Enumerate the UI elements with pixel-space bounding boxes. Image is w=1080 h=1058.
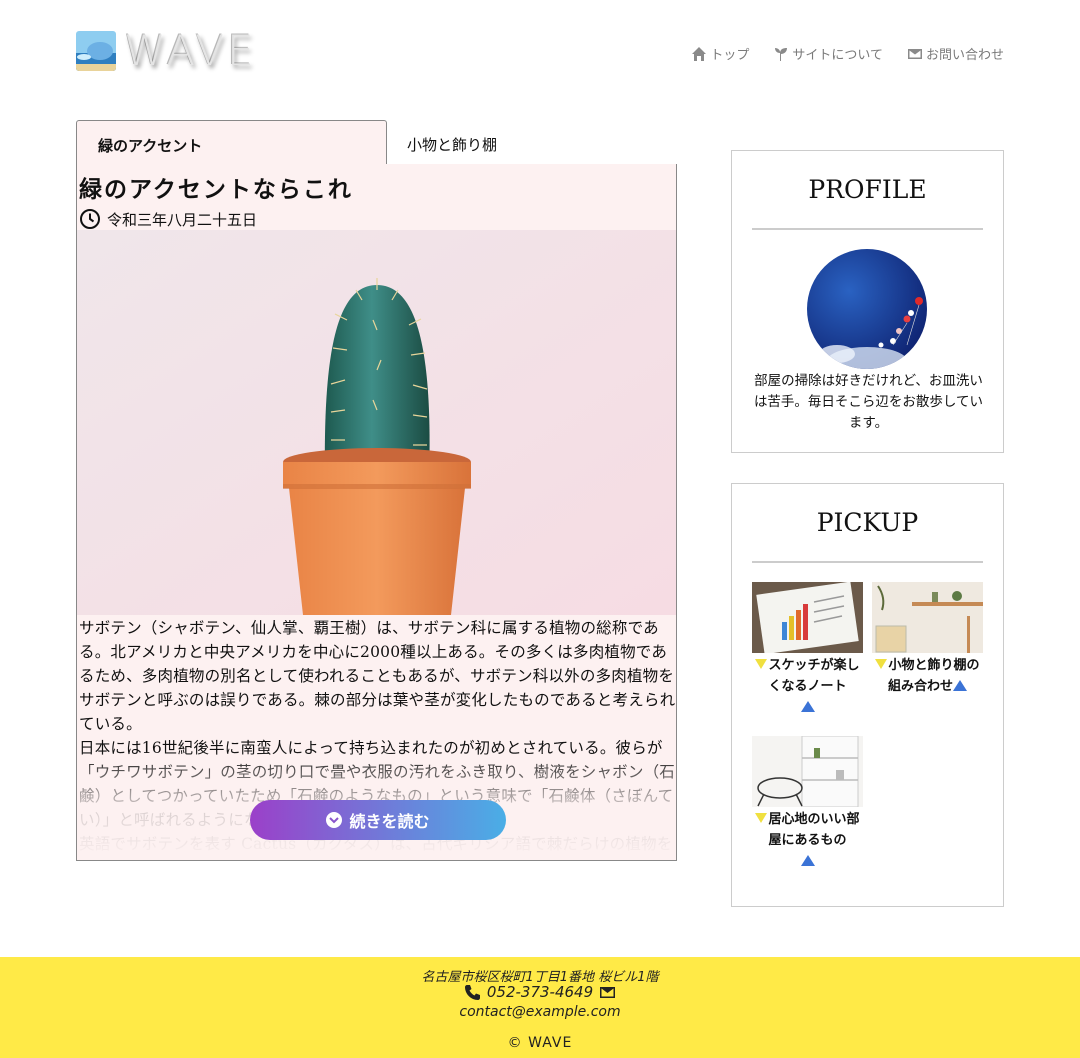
tab-accessories-shelf[interactable]: 小物と飾り棚 bbox=[387, 120, 518, 165]
pickup-title: PICKUP bbox=[816, 508, 919, 537]
site-logo[interactable]: WAVE bbox=[76, 26, 257, 75]
pickup-item[interactable]: 居心地のいい部屋にあるもの bbox=[752, 736, 863, 872]
triangle-down-icon bbox=[755, 813, 768, 823]
article-paragraph: サボテン（シャボテン、仙人掌、覇王樹）は、サボテン科に属する植物の総称である。北… bbox=[79, 619, 676, 733]
mail-icon bbox=[600, 986, 616, 998]
divider bbox=[752, 228, 983, 230]
room-thumbnail bbox=[752, 736, 863, 807]
divider bbox=[752, 561, 983, 563]
pickup-item[interactable]: スケッチが楽しくなるノート bbox=[752, 582, 863, 718]
read-more-button[interactable]: 続きを読む bbox=[250, 800, 506, 840]
triangle-up-icon bbox=[953, 680, 967, 691]
site-header: WAVE トップ サイトについて お問い合わせ bbox=[0, 0, 1080, 100]
read-more-label: 続きを読む bbox=[349, 812, 430, 831]
footer-phone[interactable]: 052-373-4649 bbox=[487, 983, 593, 1001]
logo-text: WAVE bbox=[124, 26, 257, 75]
nav-label: トップ bbox=[710, 48, 750, 63]
tab-green-accent[interactable]: 緑のアクセント bbox=[76, 120, 387, 165]
profile-title: PROFILE bbox=[808, 175, 927, 204]
sprout-icon bbox=[775, 47, 788, 61]
triangle-down-icon bbox=[875, 659, 888, 669]
triangle-up-icon bbox=[800, 855, 815, 866]
nav-item-about[interactable]: サイトについて bbox=[773, 44, 883, 63]
pickup-card: PICKUP スケッチが楽しくなるノート 小物と飾り棚の組み合わせ 居心地のいい… bbox=[731, 483, 1004, 907]
article-panel: 緑のアクセントならこれ 令和三年八月二十五日 サボテン（シャボテン、仙人掌、覇王… bbox=[76, 164, 677, 861]
nav-label: お問い合わせ bbox=[925, 48, 1004, 63]
nav-item-contact[interactable]: お問い合わせ bbox=[907, 44, 1004, 63]
notebook-thumbnail bbox=[752, 582, 863, 653]
clock-icon bbox=[80, 209, 100, 229]
triangle-down-icon bbox=[755, 659, 768, 669]
footer-copyright: © WAVE bbox=[507, 1035, 573, 1051]
pickup-caption: 居心地のいい部屋にあるもの bbox=[752, 807, 863, 872]
profile-text: 部屋の掃除は好きだけれど、お皿洗いは苦手。毎日そこら辺をお散歩しています。 bbox=[753, 373, 984, 431]
avatar bbox=[807, 249, 927, 369]
pickup-caption-text: 居心地のいい部屋にあるもの bbox=[768, 812, 860, 848]
footer-email[interactable]: contact@example.com bbox=[0, 1004, 1080, 1020]
profile-card: PROFILE 部屋の掃除は好きだけれど、お皿洗いは苦手。毎日そこら辺をお散歩し… bbox=[731, 150, 1004, 453]
nav-label: サイトについて bbox=[792, 48, 883, 63]
category-tabs: 緑のアクセント 小物と飾り棚 bbox=[76, 120, 677, 165]
pickup-caption: 小物と飾り棚の組み合わせ bbox=[872, 653, 983, 697]
nav-item-top[interactable]: トップ bbox=[691, 44, 749, 63]
main-nav: トップ サイトについて お問い合わせ bbox=[691, 44, 1004, 63]
mail-icon bbox=[907, 48, 922, 59]
article-date-text: 令和三年八月二十五日 bbox=[107, 210, 258, 229]
pickup-item[interactable]: 小物と飾り棚の組み合わせ bbox=[872, 582, 983, 697]
article-date: 令和三年八月二十五日 bbox=[77, 204, 676, 230]
cactus-hero-image bbox=[77, 230, 676, 615]
article-title: 緑のアクセントならこれ bbox=[79, 176, 353, 203]
pickup-caption: スケッチが楽しくなるノート bbox=[752, 653, 863, 718]
logo-wave-image bbox=[76, 30, 116, 71]
phone-icon bbox=[464, 984, 480, 1000]
chevron-down-icon bbox=[326, 812, 343, 828]
shelf-thumbnail bbox=[872, 582, 983, 653]
site-footer: 名古屋市桜区桜町1丁目1番地 桜ビル1階 052-373-4649 contac… bbox=[0, 957, 1080, 1058]
pickup-caption-text: スケッチが楽しくなるノート bbox=[768, 658, 860, 694]
footer-contact-row: 052-373-4649 bbox=[0, 983, 1080, 1001]
triangle-up-icon bbox=[800, 701, 815, 712]
home-icon bbox=[692, 46, 707, 61]
